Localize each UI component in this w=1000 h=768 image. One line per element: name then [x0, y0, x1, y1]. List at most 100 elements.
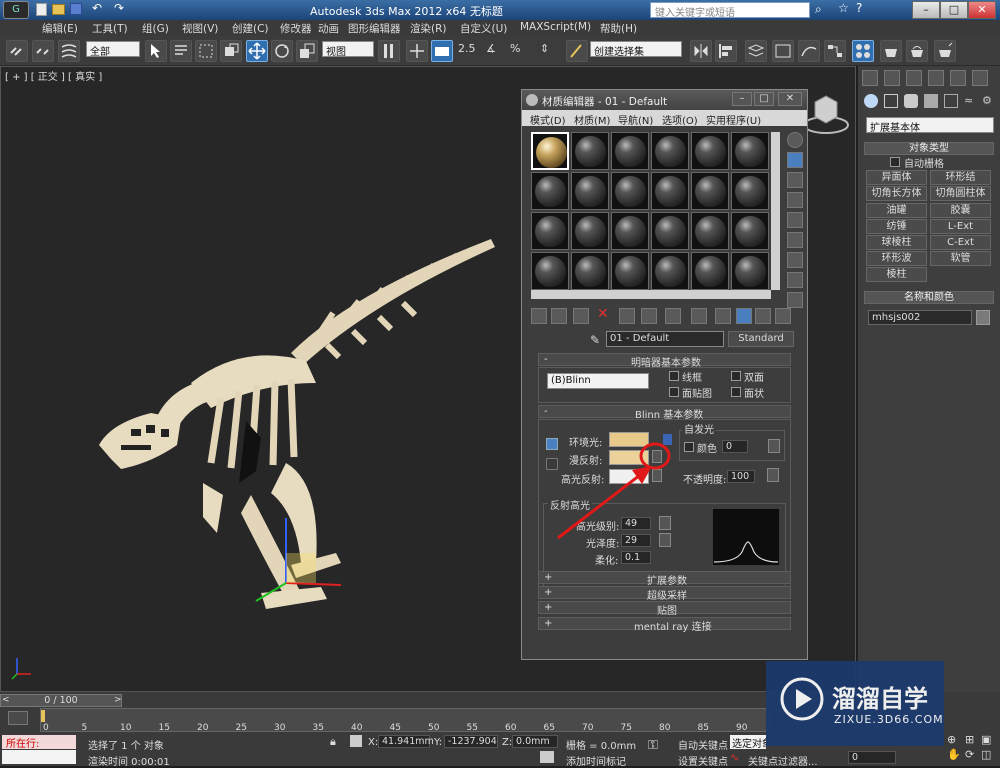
sample-type-icon[interactable]: [787, 132, 803, 148]
assign-to-selection-icon[interactable]: [573, 308, 589, 324]
maximize-viewport-icon[interactable]: ◫: [981, 748, 991, 761]
open-file-icon[interactable]: [52, 4, 65, 15]
select-object-icon[interactable]: [145, 40, 167, 62]
material-sample-slot[interactable]: [651, 252, 689, 290]
hierarchy-tab-icon[interactable]: [906, 70, 922, 86]
time-slider-next-icon[interactable]: >: [114, 695, 122, 705]
material-sample-slot[interactable]: [611, 172, 649, 210]
menu-modifiers[interactable]: 修改器: [280, 21, 312, 36]
rectangle-selection-icon[interactable]: [195, 40, 217, 62]
undo-icon[interactable]: ↶: [92, 1, 102, 15]
select-move-icon[interactable]: [246, 40, 268, 62]
me-close-button[interactable]: ✕: [778, 92, 802, 106]
material-editor-titlebar[interactable]: 材质编辑器 - 01 - Default – □ ✕: [522, 90, 807, 110]
self-illum-map-button[interactable]: [768, 439, 780, 453]
material-sample-slot[interactable]: [651, 132, 689, 170]
autogrid-checkbox[interactable]: [890, 157, 900, 167]
menu-tools[interactable]: 工具(T): [92, 21, 128, 36]
time-slider[interactable]: 0 / 100: [0, 694, 122, 707]
me-menu-material[interactable]: 材质(M): [574, 112, 610, 127]
maxscript-mini-input[interactable]: [2, 750, 76, 764]
render-setup-icon[interactable]: [880, 40, 902, 62]
rendered-frame-window-icon[interactable]: [906, 40, 928, 62]
space-warps-icon[interactable]: ≈: [964, 94, 973, 107]
close-button[interactable]: ✕: [968, 1, 996, 19]
material-sample-slot[interactable]: [571, 212, 609, 250]
menu-graph-editors[interactable]: 图形编辑器: [348, 21, 401, 36]
select-link-icon[interactable]: [6, 40, 28, 62]
unlink-icon[interactable]: [32, 40, 54, 62]
slots-horizontal-scrollbar[interactable]: [531, 290, 771, 299]
select-manipulate-icon[interactable]: [406, 40, 428, 62]
object-button-ringwave[interactable]: 环形波: [866, 251, 927, 266]
y-coordinate[interactable]: -1237.904: [444, 735, 498, 748]
object-type-rollout[interactable]: 对象类型: [864, 142, 994, 155]
options-icon[interactable]: [787, 252, 803, 268]
pan-icon[interactable]: ✋: [947, 748, 961, 761]
object-button-gengon[interactable]: 球棱柱: [866, 235, 927, 250]
zoom-icon[interactable]: ⊕: [947, 733, 956, 746]
material-sample-slot[interactable]: [571, 252, 609, 290]
x-coordinate[interactable]: 41.941mm: [378, 735, 434, 748]
current-frame-field[interactable]: 0: [848, 751, 896, 764]
object-button-prism[interactable]: 棱柱: [866, 267, 927, 282]
viewcube-icon[interactable]: [801, 87, 851, 137]
menu-maxscript[interactable]: MAXScript(M): [520, 21, 591, 33]
slots-vertical-scrollbar[interactable]: [771, 132, 780, 290]
zoom-all-icon[interactable]: ⊞: [965, 733, 974, 746]
me-menu-utilities[interactable]: 实用程序(U): [706, 112, 761, 127]
material-sample-slot[interactable]: [731, 212, 769, 250]
supersampling-rollout[interactable]: + 超级采样: [538, 586, 791, 602]
select-by-name-icon[interactable]: [170, 40, 192, 62]
menu-animation[interactable]: 动画: [318, 21, 339, 36]
timeline-track[interactable]: 0 5 10 15 20 25 30 35 40 45 50 55 60 65 70 75 80 85 90: [40, 708, 770, 733]
select-scale-icon[interactable]: [296, 40, 318, 62]
material-sample-slot[interactable]: [731, 252, 769, 290]
object-button-chamfer-box[interactable]: 切角长方体: [866, 186, 927, 201]
object-button-chamfer-cyl[interactable]: 切角圆柱体: [930, 186, 991, 201]
material-sample-slot[interactable]: [651, 212, 689, 250]
zoom-extents-icon[interactable]: ▣: [981, 733, 991, 746]
set-key-icon[interactable]: ⚿: [648, 738, 658, 753]
reset-map-icon[interactable]: ✕: [597, 306, 609, 322]
face-map-checkbox[interactable]: [669, 387, 679, 397]
auto-key-button[interactable]: 自动关键点: [678, 737, 728, 752]
object-name-field[interactable]: mhsjs002: [868, 310, 972, 325]
cameras-icon[interactable]: [924, 94, 938, 108]
go-forward-sibling-icon[interactable]: [775, 308, 791, 324]
material-map-navigator-icon[interactable]: [787, 292, 803, 308]
motion-tab-icon[interactable]: [928, 70, 944, 86]
new-file-icon[interactable]: [36, 3, 47, 16]
favorites-icon[interactable]: ☆: [838, 1, 849, 15]
me-minimize-button[interactable]: –: [732, 92, 752, 106]
percent-snap-icon[interactable]: %: [510, 42, 520, 55]
helpers-icon[interactable]: [944, 94, 958, 108]
material-sample-slot[interactable]: [531, 172, 569, 210]
edit-named-selection-icon[interactable]: [566, 40, 588, 62]
put-to-library-icon[interactable]: [665, 308, 681, 324]
background-icon[interactable]: [787, 172, 803, 188]
material-sample-slot[interactable]: [531, 132, 569, 170]
object-button-hedra[interactable]: 异面体: [866, 170, 927, 185]
layer-manager-icon[interactable]: [745, 40, 767, 62]
shader-basic-params-rollout[interactable]: - 明暗器基本参数: [538, 353, 791, 369]
wire-checkbox[interactable]: [669, 371, 679, 381]
me-menu-options[interactable]: 选项(O): [662, 112, 698, 127]
material-sample-slot[interactable]: [531, 212, 569, 250]
mirror-icon[interactable]: [690, 40, 712, 62]
blinn-basic-params-rollout[interactable]: - Blinn 基本参数: [538, 405, 791, 421]
get-material-icon[interactable]: [531, 308, 547, 324]
selection-lock-icon[interactable]: 🔒︎: [330, 735, 336, 749]
material-sample-slot[interactable]: [531, 252, 569, 290]
select-by-material-icon[interactable]: [787, 272, 803, 288]
lights-icon[interactable]: [904, 94, 918, 108]
angle-snap-icon[interactable]: ∡: [486, 42, 496, 55]
mini-curve-editor-icon[interactable]: [8, 711, 28, 725]
absolute-mode-icon[interactable]: [350, 735, 362, 747]
extended-params-rollout[interactable]: + 扩展参数: [538, 571, 791, 587]
material-editor-icon[interactable]: [852, 40, 874, 62]
maximize-button[interactable]: □: [940, 1, 968, 19]
go-to-parent-icon[interactable]: [755, 308, 771, 324]
render-production-icon[interactable]: [934, 40, 956, 62]
modify-tab-icon[interactable]: [884, 70, 900, 86]
